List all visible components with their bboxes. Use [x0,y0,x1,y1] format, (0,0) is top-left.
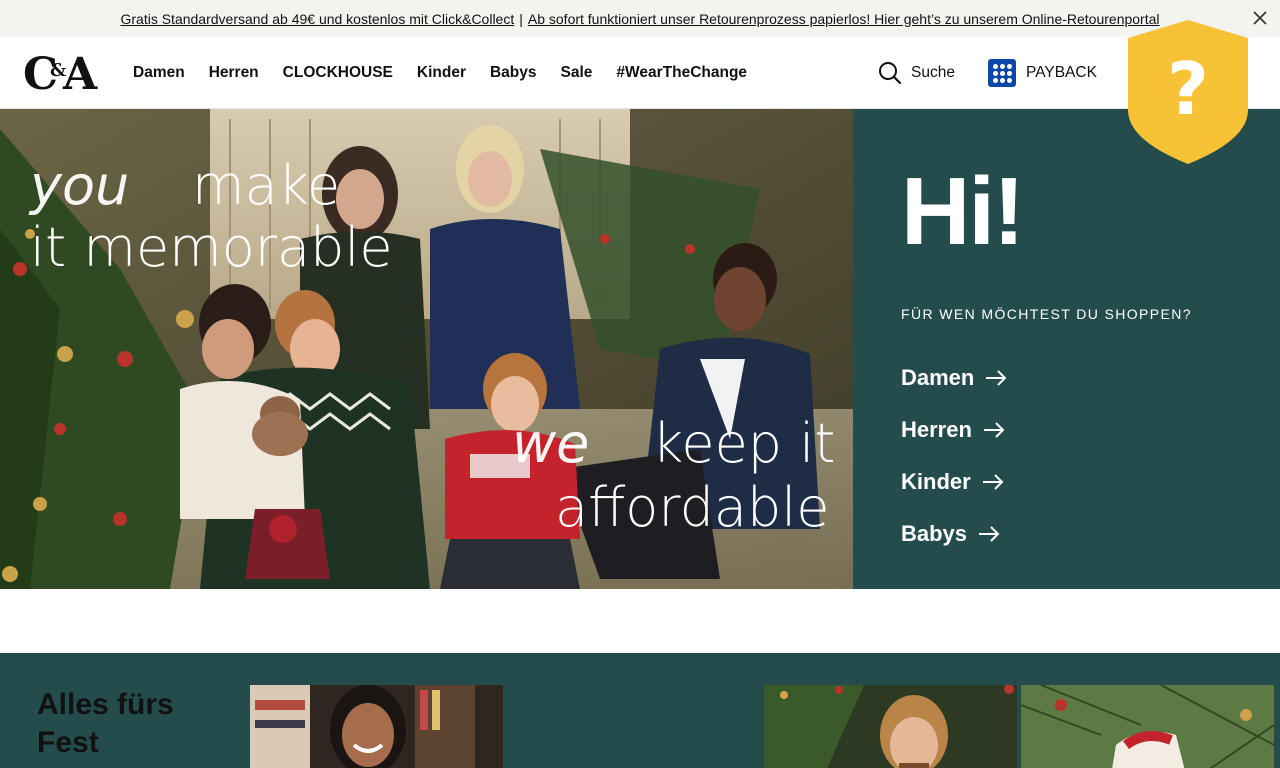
svg-text:A: A [62,51,98,95]
arrow-right-icon [983,422,1005,438]
panel-link-label: Babys [901,521,968,546]
site-header: C & A Damen Herren CLOCKHOUSE Kinder Bab… [0,37,1280,109]
nav-kinder[interactable]: Kinder [417,64,466,82]
hero-text-affordable: affordable [555,476,830,539]
hero-text-make: make [192,154,341,217]
help-question-mark: ? [1167,47,1209,131]
promo-separator: | [519,10,523,27]
tile-photo [250,685,503,768]
promo-bar: Gratis Standardversand ab 49€ und kosten… [0,0,1280,37]
search-button[interactable]: Suche [878,61,955,85]
nav-damen[interactable]: Damen [133,64,185,82]
panel-question: FÜR WEN MÖCHTEST DU SHOPPEN? [901,306,1192,322]
close-icon[interactable] [1250,8,1270,28]
hero-banner[interactable]: you make it memorable we keep it afforda… [0,109,853,589]
festive-section: Alles fürs Fest [0,653,1280,768]
hero-text-keep-it: keep it [652,412,836,475]
section-title: Alles fürs Fest [37,688,174,760]
panel-links: Damen Herren Kinder Babys [901,352,1008,560]
product-tile-2[interactable] [764,685,1017,768]
product-tile-1[interactable] [250,685,503,768]
panel-link-babys[interactable]: Babys [901,508,1008,560]
panel-link-label: Kinder [901,469,971,494]
panel-link-herren[interactable]: Herren [901,404,1008,456]
hero-text-we: we [512,412,590,475]
panel-greeting: Hi! [901,158,1025,265]
hero-text-it-memorable: it memorable [30,216,393,279]
search-icon [879,62,902,85]
nav-babys[interactable]: Babys [490,64,537,82]
nav-wearthechange[interactable]: #WearTheChange [616,64,747,82]
payback-icon [988,59,1016,87]
nav-clockhouse[interactable]: CLOCKHOUSE [283,64,393,82]
payback-label: PAYBACK [1026,64,1097,81]
product-tile-3[interactable] [1021,685,1274,768]
nav-herren[interactable]: Herren [209,64,259,82]
returns-portal-link[interactable]: Ab sofort funktioniert unser Retourenpro… [528,11,1160,27]
panel-link-damen[interactable]: Damen [901,352,1008,404]
arrow-right-icon [979,526,1000,542]
help-shield-badge[interactable]: ? [1126,18,1250,166]
panel-link-label: Damen [901,365,975,390]
arrow-right-icon [986,370,1007,386]
panel-link-kinder[interactable]: Kinder [901,456,1008,508]
hero-text-you: you [30,154,130,217]
arrow-right-icon [982,474,1004,490]
free-shipping-link[interactable]: Gratis Standardversand ab 49€ und kosten… [120,11,514,27]
brand-logo[interactable]: C & A [23,51,103,95]
payback-button[interactable]: PAYBACK [988,59,1097,87]
tile-photo [764,685,1017,768]
nav-sale[interactable]: Sale [561,64,593,82]
search-label: Suche [911,64,955,81]
tile-photo [1021,685,1274,768]
main-nav: Damen Herren CLOCKHOUSE Kinder Babys Sal… [133,37,747,109]
panel-link-label: Herren [901,417,972,442]
shop-for-panel: Hi! FÜR WEN MÖCHTEST DU SHOPPEN? Damen H… [853,109,1280,589]
